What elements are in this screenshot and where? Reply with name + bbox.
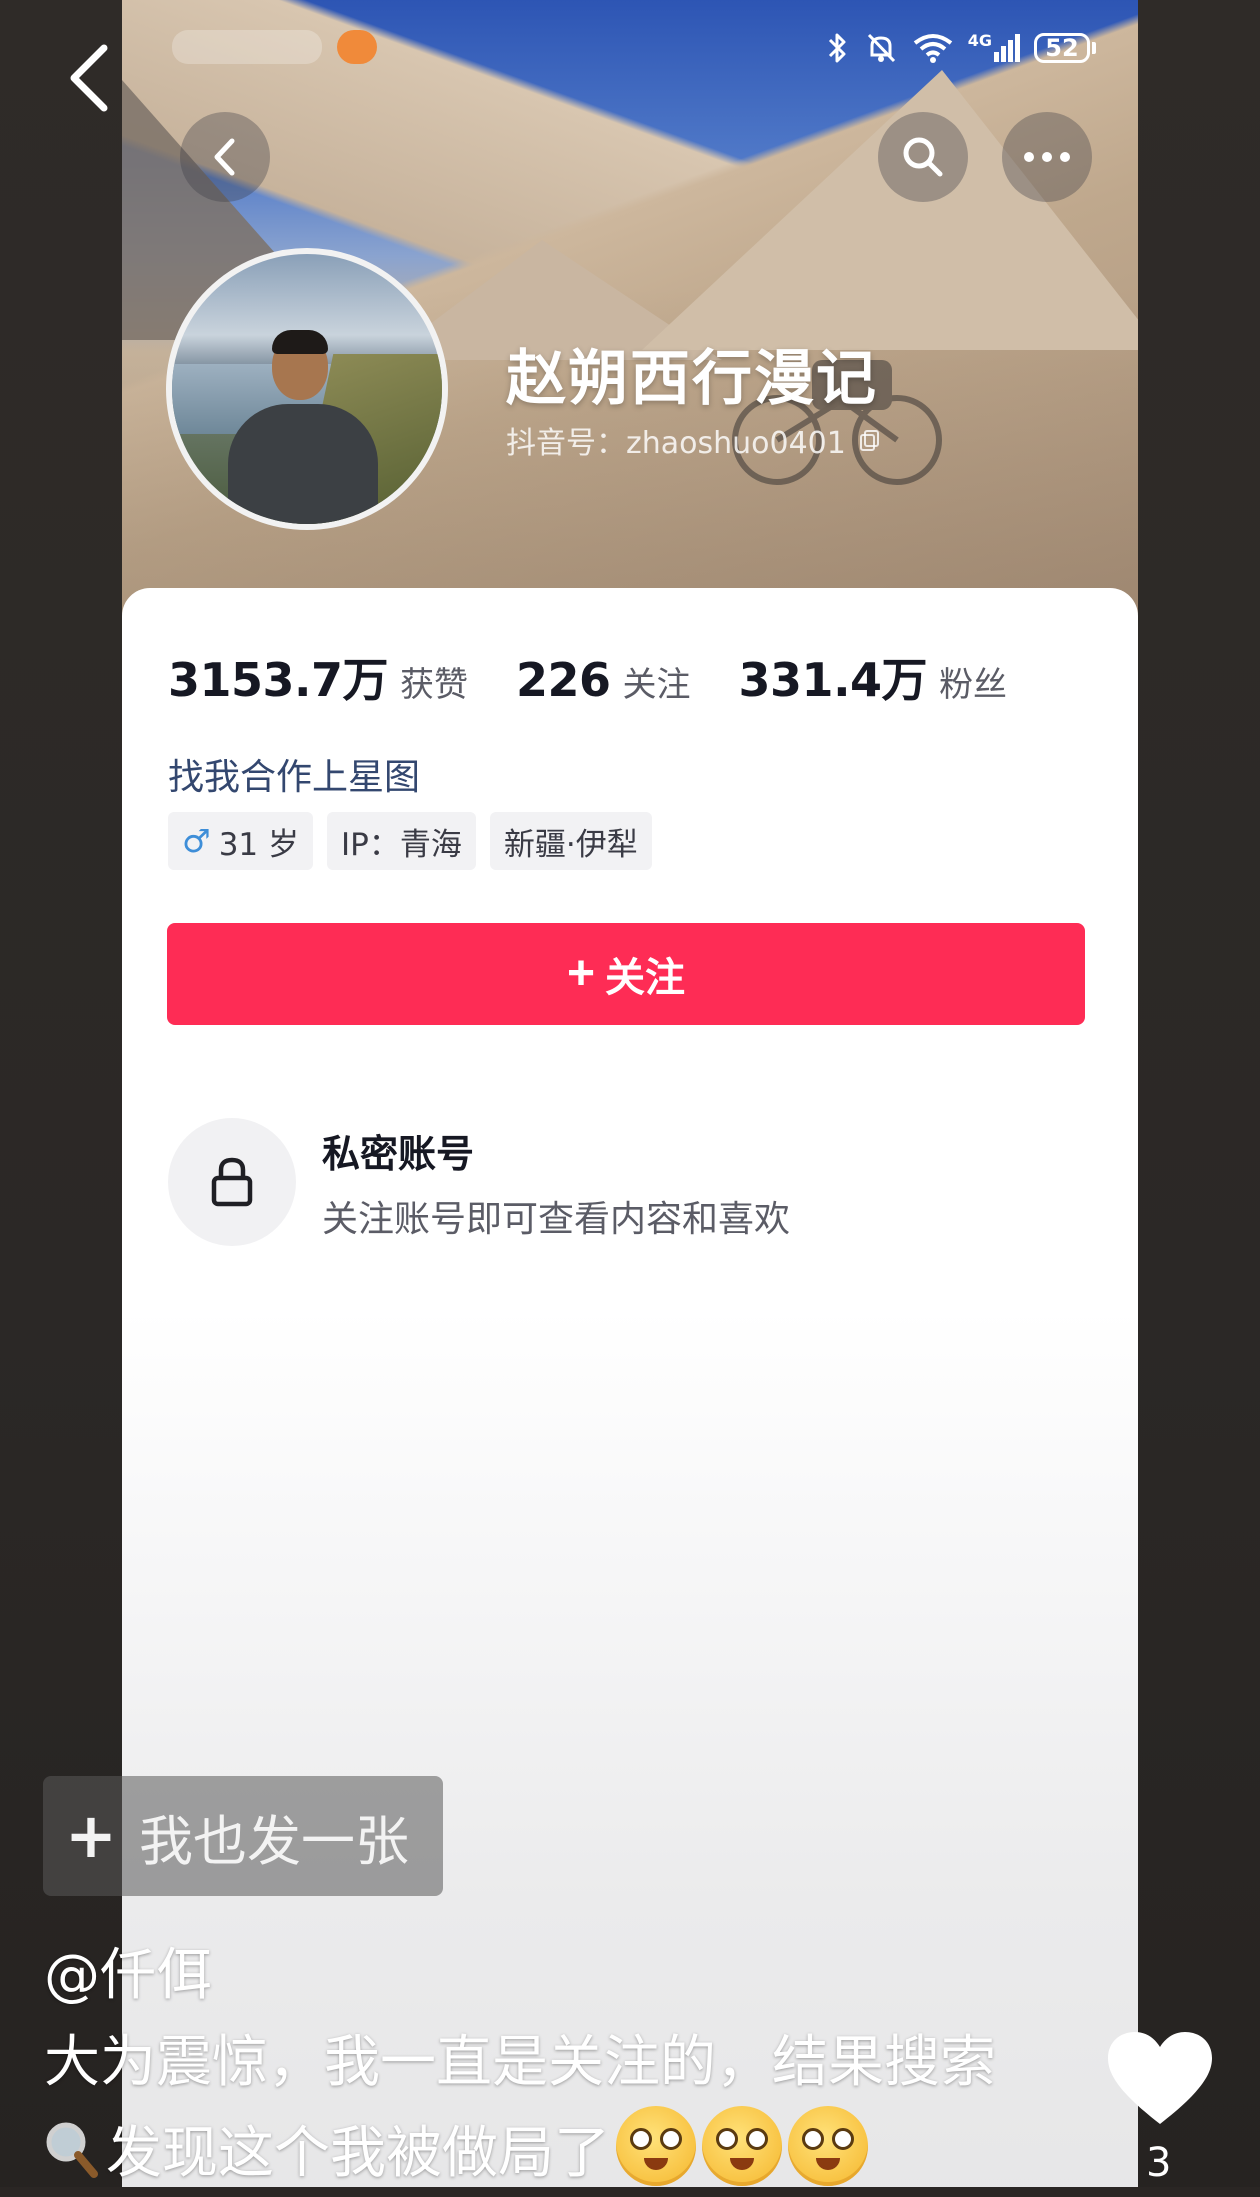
profile-name: 赵朔西行漫记 [506,344,878,414]
status-bar: 4G 52 [826,26,1096,70]
chevron-left-icon [214,138,235,176]
location-text: 新疆·伊犁 [503,826,638,863]
stat-value: 331.4万 [738,653,928,707]
more-button[interactable] [1002,112,1092,202]
back-button[interactable] [60,38,120,118]
heart-icon[interactable] [1106,2030,1214,2130]
profile-back-button[interactable] [180,112,270,202]
follow-button-label: 关注 [605,956,686,1000]
stat-likes[interactable]: 3153.7万 获赞 [168,644,468,710]
profile-stats: 3153.7万 获赞 226 关注 331.4万 粉丝 [168,644,1055,710]
battery-level: 52 [1045,34,1079,62]
private-account-title: 私密账号 [322,1131,475,1176]
location-tag: 新疆·伊犁 [489,812,652,870]
lock-icon [211,1157,253,1207]
stat-label: 关注 [622,665,691,705]
stat-following[interactable]: 226 关注 [516,653,691,707]
lock-badge [168,1118,296,1246]
mute-bell-icon [867,33,895,63]
magnifier-icon [46,2122,98,2178]
more-horizontal-icon [1024,152,1070,162]
stat-followers[interactable]: 331.4万 粉丝 [739,644,1008,710]
private-account-description: 关注账号即可查看内容和喜欢 [322,1198,791,1240]
chevron-left-icon [70,44,108,112]
plus-icon: + [65,1799,117,1872]
caption-line: 大为震惊，我一直是关注的，结果搜索 [44,2030,996,2095]
stat-value: 3153.7万 [168,653,389,707]
stat-label: 粉丝 [939,665,1008,705]
profile-card: 3153.7万 获赞 226 关注 331.4万 粉丝 找我合作上星图 ♂ 31… [122,588,1138,2187]
private-account-notice: 私密账号 关注账号即可查看内容和喜欢 [168,1118,790,1246]
ip-tag: IP：青海 [327,812,476,870]
caption-text: 发现这个我被做局了 [106,2121,610,2186]
status-bar-blurred-region [172,30,322,64]
post-too-label: 我也发一张 [138,1809,409,1873]
douyin-id-row[interactable]: 抖音号：zhaoshuo0401 [506,418,880,462]
age-text: 31 岁 [218,826,299,863]
follow-button[interactable]: + 关注 [167,923,1085,1025]
smiling-face-emoji [702,2106,782,2186]
search-button[interactable] [878,112,968,202]
like-count: 3 [1146,2140,1172,2186]
caption-line-2: 发现这个我被做局了 [44,2106,1124,2197]
star-map-link[interactable]: 找我合作上星图 [168,748,420,800]
male-icon: ♂ [182,822,211,860]
bluetooth-icon [828,33,846,63]
post-caption: 大为震惊，我一直是关注的，结果搜索 发现这个我被做局了 [44,2020,1124,2197]
stat-value: 226 [516,653,611,707]
stat-label: 获赞 [400,665,469,705]
age-tag: ♂ 31 岁 [168,812,313,870]
post-too-button[interactable]: + 我也发一张 [43,1776,443,1896]
mountain-shape [642,70,1138,350]
post-author[interactable]: @仟佴 [44,1930,212,2011]
avatar[interactable] [166,248,448,530]
cellular-signal-icon: 4G [967,31,1020,62]
wifi-icon [913,34,952,63]
douyin-id: 抖音号：zhaoshuo0401 [506,426,846,461]
ip-text: IP：青海 [341,826,462,863]
search-icon [903,137,943,177]
battery-icon: 52 [1034,33,1096,63]
copy-icon[interactable] [859,429,880,451]
network-type: 4G [967,31,992,50]
smiling-face-emoji [788,2106,868,2186]
profile-tags: ♂ 31 岁 IP：青海 新疆·伊犁 [168,812,652,870]
smiling-face-emoji [616,2106,696,2186]
plus-icon: + [566,947,596,1000]
notification-icon [337,30,377,64]
